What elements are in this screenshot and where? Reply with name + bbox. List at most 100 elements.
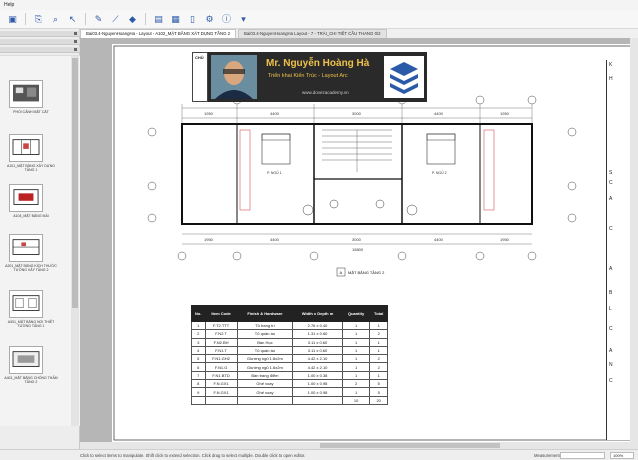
toolbar-separator [145,13,146,25]
title-block: K H S C A C A B L C A N C [606,60,630,440]
table-cell: F.N.GX1 [204,379,238,389]
page-icon[interactable]: ▯ [186,13,199,26]
table-cell: Ghế xoay [236,387,294,397]
author-website: www.dovezacademy.vn [302,90,349,95]
save-icon[interactable]: ⎘ [32,13,45,26]
info-icon[interactable]: ⓘ [220,13,233,26]
panel-header[interactable] [0,39,80,45]
settings-icon[interactable]: ⚙ [203,13,216,26]
table-cell: 20 [369,395,388,405]
dimension-label: 1950 [204,237,214,242]
table-cell: F.T2.TTT [204,320,238,331]
panel-header[interactable] [0,47,80,53]
fill-icon[interactable]: ◆ [126,13,139,26]
table-row: 5 F.N1.GH2 Giường ngủ 1.8x2m 4.42 x 2.10 1 2 [191,354,388,364]
title-block-letter: S [609,170,613,176]
page-thumbnail[interactable] [9,290,43,318]
layers-icon[interactable]: ▦ [169,13,182,26]
toolbar: ▣ ⎘ ⌕ ↖ ✎ ⟋ ◆ ▤ ▦ ▯ ⚙ ⓘ ▾ [0,10,638,29]
table-cell: 1.00 x 0.38 [292,370,343,381]
status-message: Click to select items to manipulate. Shi… [80,453,306,458]
zoom-field[interactable]: 100% [610,452,634,459]
tab-layout-a102[interactable]: Bai03.4-NguyenHoangHa - Layout - A102_MẶ… [80,29,237,38]
panel-menu-icon[interactable] [74,40,77,43]
document-tabs: Bai03.4-NguyenHoangHa - Layout - A102_MẶ… [80,29,638,38]
table-cell: 9 [191,387,206,397]
table-cell: F.N.GX1 [204,387,238,397]
pen-icon[interactable]: ✎ [92,13,105,26]
stamp-icon[interactable]: ▤ [152,13,165,26]
table-cell: Bàn trang điểm [236,370,294,381]
table-row: 1 F.T2.TTT Tủ trang trí 2.76 x 0.40 1 1 [191,320,388,331]
table-cell [292,395,343,405]
table-cell: 4.42 x 2.10 [292,354,343,364]
page-thumbnail[interactable] [9,184,43,212]
page-thumbnail-label: A401_MẶT BẰNG CHỐNG THẤM TẦNG 2 [4,376,58,384]
menu-help[interactable]: Help [4,2,14,8]
title-block-letter: N [609,362,613,368]
table-cell: 5 [191,354,206,364]
open-icon[interactable]: ▣ [6,13,19,26]
toolbar-separator [85,13,86,25]
scrollbar-thumb[interactable] [72,58,78,308]
table-cell: F.N1.G [204,362,238,372]
room-label-left: P. NGỦ 1 [267,170,282,175]
table-cell: 1 [341,370,371,381]
panel-menu-icon[interactable] [74,32,77,35]
author-name: Mr. Nguyễn Hoàng Hà [266,58,370,69]
chevron-down-icon[interactable]: ▾ [237,13,250,26]
page-thumbnail-label: A201_MẶT BẰNG KÍCH THƯỚC TƯỜNG XÂY TẦNG … [5,264,57,272]
col-header: No. [191,305,206,322]
panel-scrollbar[interactable] [71,56,79,426]
col-header: Width x Depth m [292,305,343,322]
table-row: 2 F.N2.T Tủ quần áo 1.31 x 0.60 1 2 [191,329,388,339]
title-block-letter: A [609,196,613,202]
table-cell: 1 [369,345,388,356]
panel-menu-icon[interactable] [74,48,77,51]
scrollbar-thumb[interactable] [320,443,500,448]
table-cell: 5 [369,387,388,397]
title-block-letter: L [609,306,612,312]
page-thumbnail[interactable] [9,234,43,262]
horizontal-scrollbar[interactable] [80,442,638,449]
table-cell: F.N1.BTD [204,370,238,381]
select-icon[interactable]: ↖ [66,13,79,26]
table-cell: F.N2.BH [204,337,238,347]
dimension-label: 4400 [434,111,444,116]
zoom-icon[interactable]: ⌕ [49,13,62,26]
table-cell: 5 [369,379,388,389]
table-cell: 10 [341,395,371,405]
dimension-label: 1950 [500,111,510,116]
table-cell: 1 [369,337,388,347]
page-thumbnail[interactable] [9,80,43,108]
table-cell: 1 [341,362,371,372]
table-cell: F.N1.GH2 [204,354,238,364]
toolbar-separator [25,13,26,25]
vertical-scrollbar[interactable] [630,38,638,442]
dimension-label: 4400 [434,237,444,242]
table-cell: 1.00 x 0.98 [292,379,343,389]
measurements-field[interactable] [560,452,605,459]
table-cell: Giường ngủ 1.6x2m [236,362,294,372]
author-subtitle: Triển khai Kiến Trúc - Layout Arc [268,73,348,79]
dimension-label: 3000 [352,111,362,116]
title-block-letter: C [609,180,613,186]
table-cell: 2 [341,379,371,389]
panel-header[interactable] [0,31,80,37]
dimension-label: 4400 [270,237,280,242]
table-cell: Tủ quần áo [236,329,294,339]
author-photo [211,55,257,99]
table-cell: 3.11 x 0.60 [292,345,343,356]
table-cell [236,395,294,405]
page-thumbnail[interactable] [9,134,43,162]
table-cell: 1.31 x 0.60 [292,329,343,339]
table-cell: Tủ trang trí [236,320,294,331]
page-thumbnail[interactable] [9,346,43,374]
tab-layout-stair-detail[interactable]: Bai03.4-NguyenHoangHa Layout - 7 - TRÁI_… [238,29,387,38]
table-row: 6 F.N1.G Giường ngủ 1.6x2m 4.42 x 2.10 1 2 [191,362,388,372]
measure-icon[interactable]: ⟋ [109,13,122,26]
status-bar: Click to select items to manipulate. Shi… [0,449,638,460]
table-cell: 2 [191,329,206,339]
col-header: Item Code [204,305,238,322]
table-cell: 8 [191,379,206,389]
